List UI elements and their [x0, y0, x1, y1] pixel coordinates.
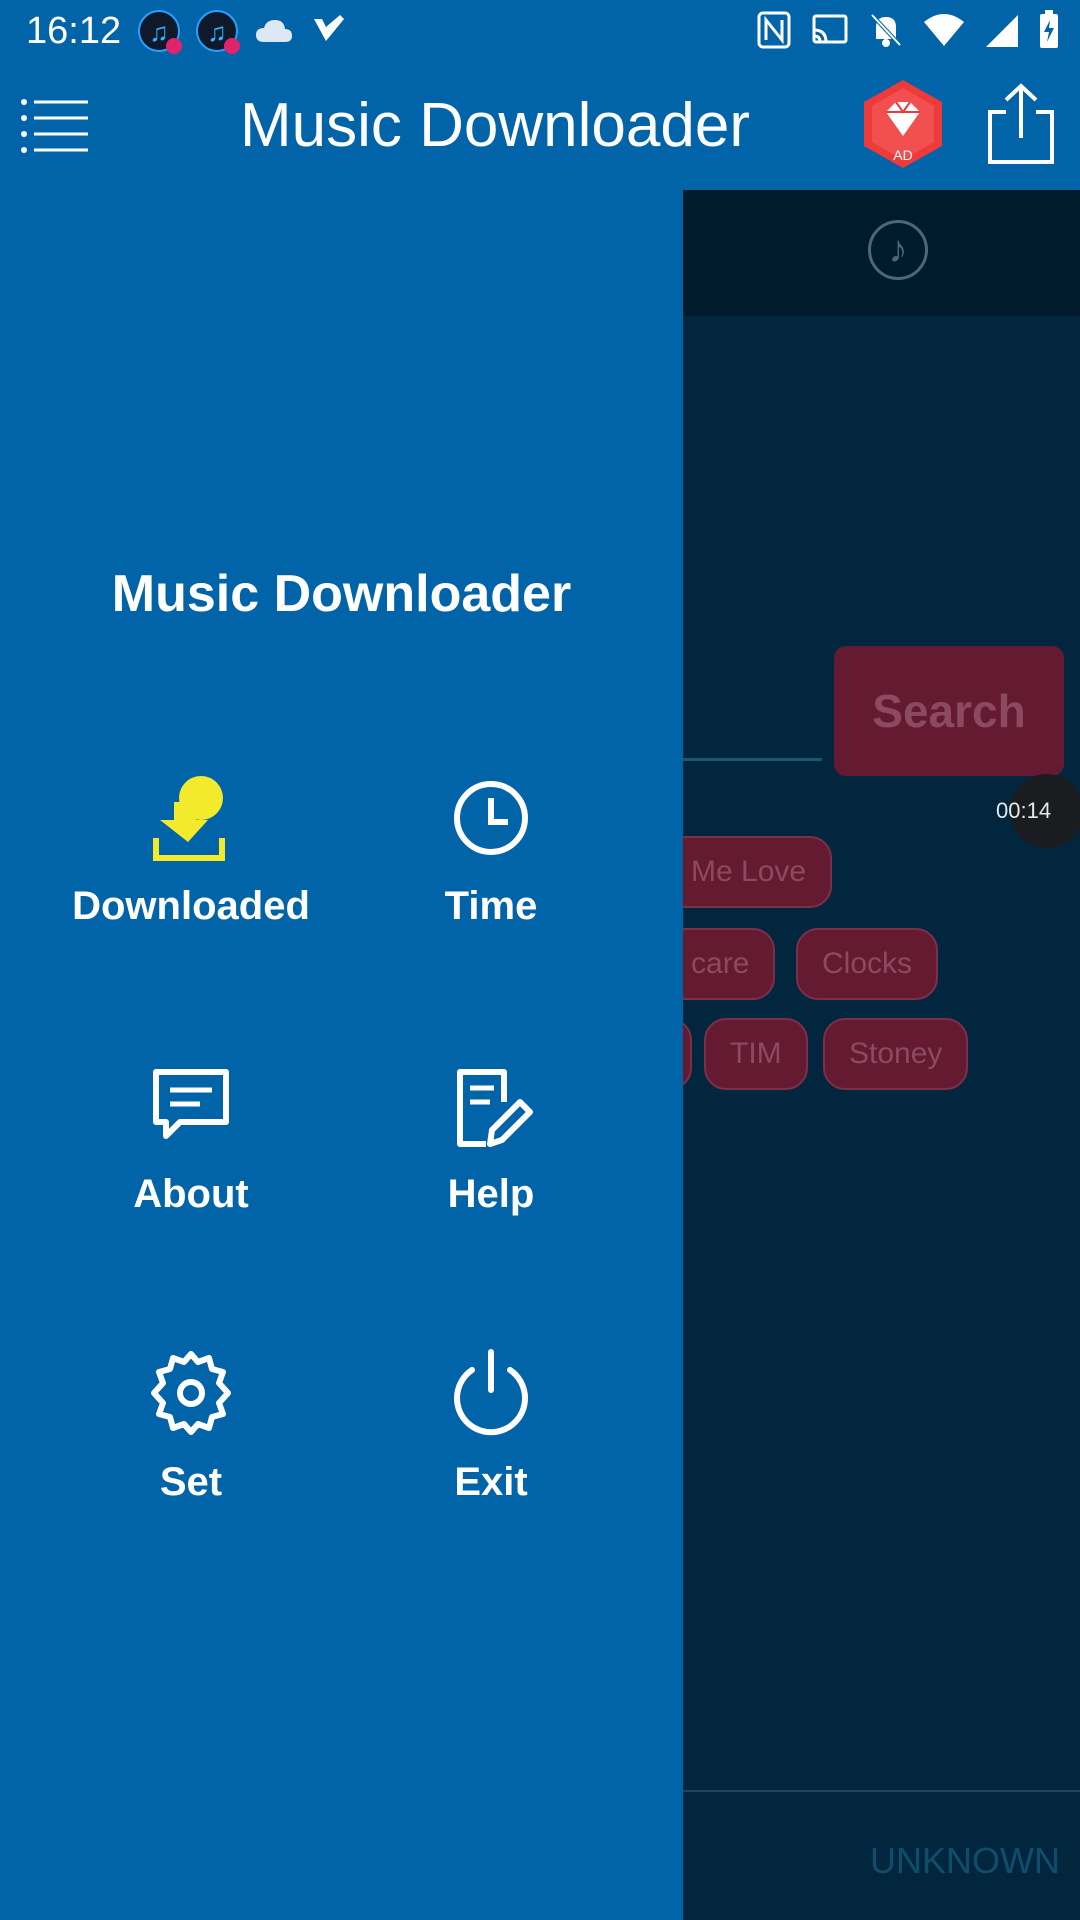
music-note-icon: ♪ — [868, 220, 928, 280]
drawer-item-downloaded[interactable]: Downloaded — [41, 772, 341, 962]
edit-document-icon — [457, 1069, 533, 1147]
app-bar: Music Downloader AD — [0, 62, 1080, 190]
drawer-item-label: About — [133, 1172, 249, 1216]
artist-label: UNKNOWN — [870, 1840, 1060, 1881]
navigation-drawer: Music Downloader Downloaded Time About H… — [0, 190, 683, 1920]
download-icon — [153, 776, 225, 861]
search-button: Search — [834, 646, 1064, 776]
status-time: 16:12 — [26, 10, 122, 52]
premium-badge-label: AD — [893, 147, 912, 163]
suggestion-chip: Stoney — [823, 1018, 969, 1090]
cloud-icon — [256, 20, 292, 42]
drawer-item-set[interactable]: Set — [41, 1348, 341, 1538]
notification-icons: ♫ ♫ — [138, 10, 346, 54]
wifi-icon — [924, 14, 964, 46]
share-icon[interactable] — [986, 82, 1056, 166]
chat-icon — [153, 1069, 229, 1139]
drawer-item-about[interactable]: About — [41, 1060, 341, 1250]
music-app-notification-icon: ♫ — [196, 10, 240, 54]
drawer-item-label: Downloaded — [72, 884, 310, 928]
drawer-item-label: Set — [159, 1460, 223, 1504]
power-icon — [454, 1349, 528, 1436]
drawer-item-label: Exit — [454, 1460, 528, 1504]
status-bar: 16:12 ♫ ♫ — [0, 0, 1080, 62]
nfc-icon — [757, 11, 791, 49]
system-icons — [756, 10, 1060, 50]
clock-icon — [454, 781, 528, 855]
app-title: Music Downloader — [240, 91, 750, 160]
timer-badge: 00:14 — [996, 774, 1080, 848]
cast-icon — [812, 14, 848, 44]
music-app-notification-icon: ♫ — [138, 10, 182, 54]
drawer-item-label: Time — [444, 884, 538, 928]
suggestion-chip: TIM — [704, 1018, 808, 1090]
drawer-item-exit[interactable]: Exit — [341, 1348, 641, 1538]
premium-diamond-icon[interactable]: AD — [860, 78, 946, 170]
gear-icon — [151, 1351, 231, 1435]
battery-icon — [1040, 10, 1058, 48]
check-task-icon — [314, 15, 344, 41]
drawer-item-help[interactable]: Help — [341, 1060, 641, 1250]
drawer-item-label: Help — [447, 1172, 535, 1216]
mute-bell-icon — [870, 13, 902, 47]
signal-icon — [986, 15, 1018, 47]
drawer-title: Music Downloader — [111, 565, 572, 623]
suggestion-chip: Clocks — [796, 928, 939, 1000]
drawer-item-time[interactable]: Time — [341, 772, 641, 962]
